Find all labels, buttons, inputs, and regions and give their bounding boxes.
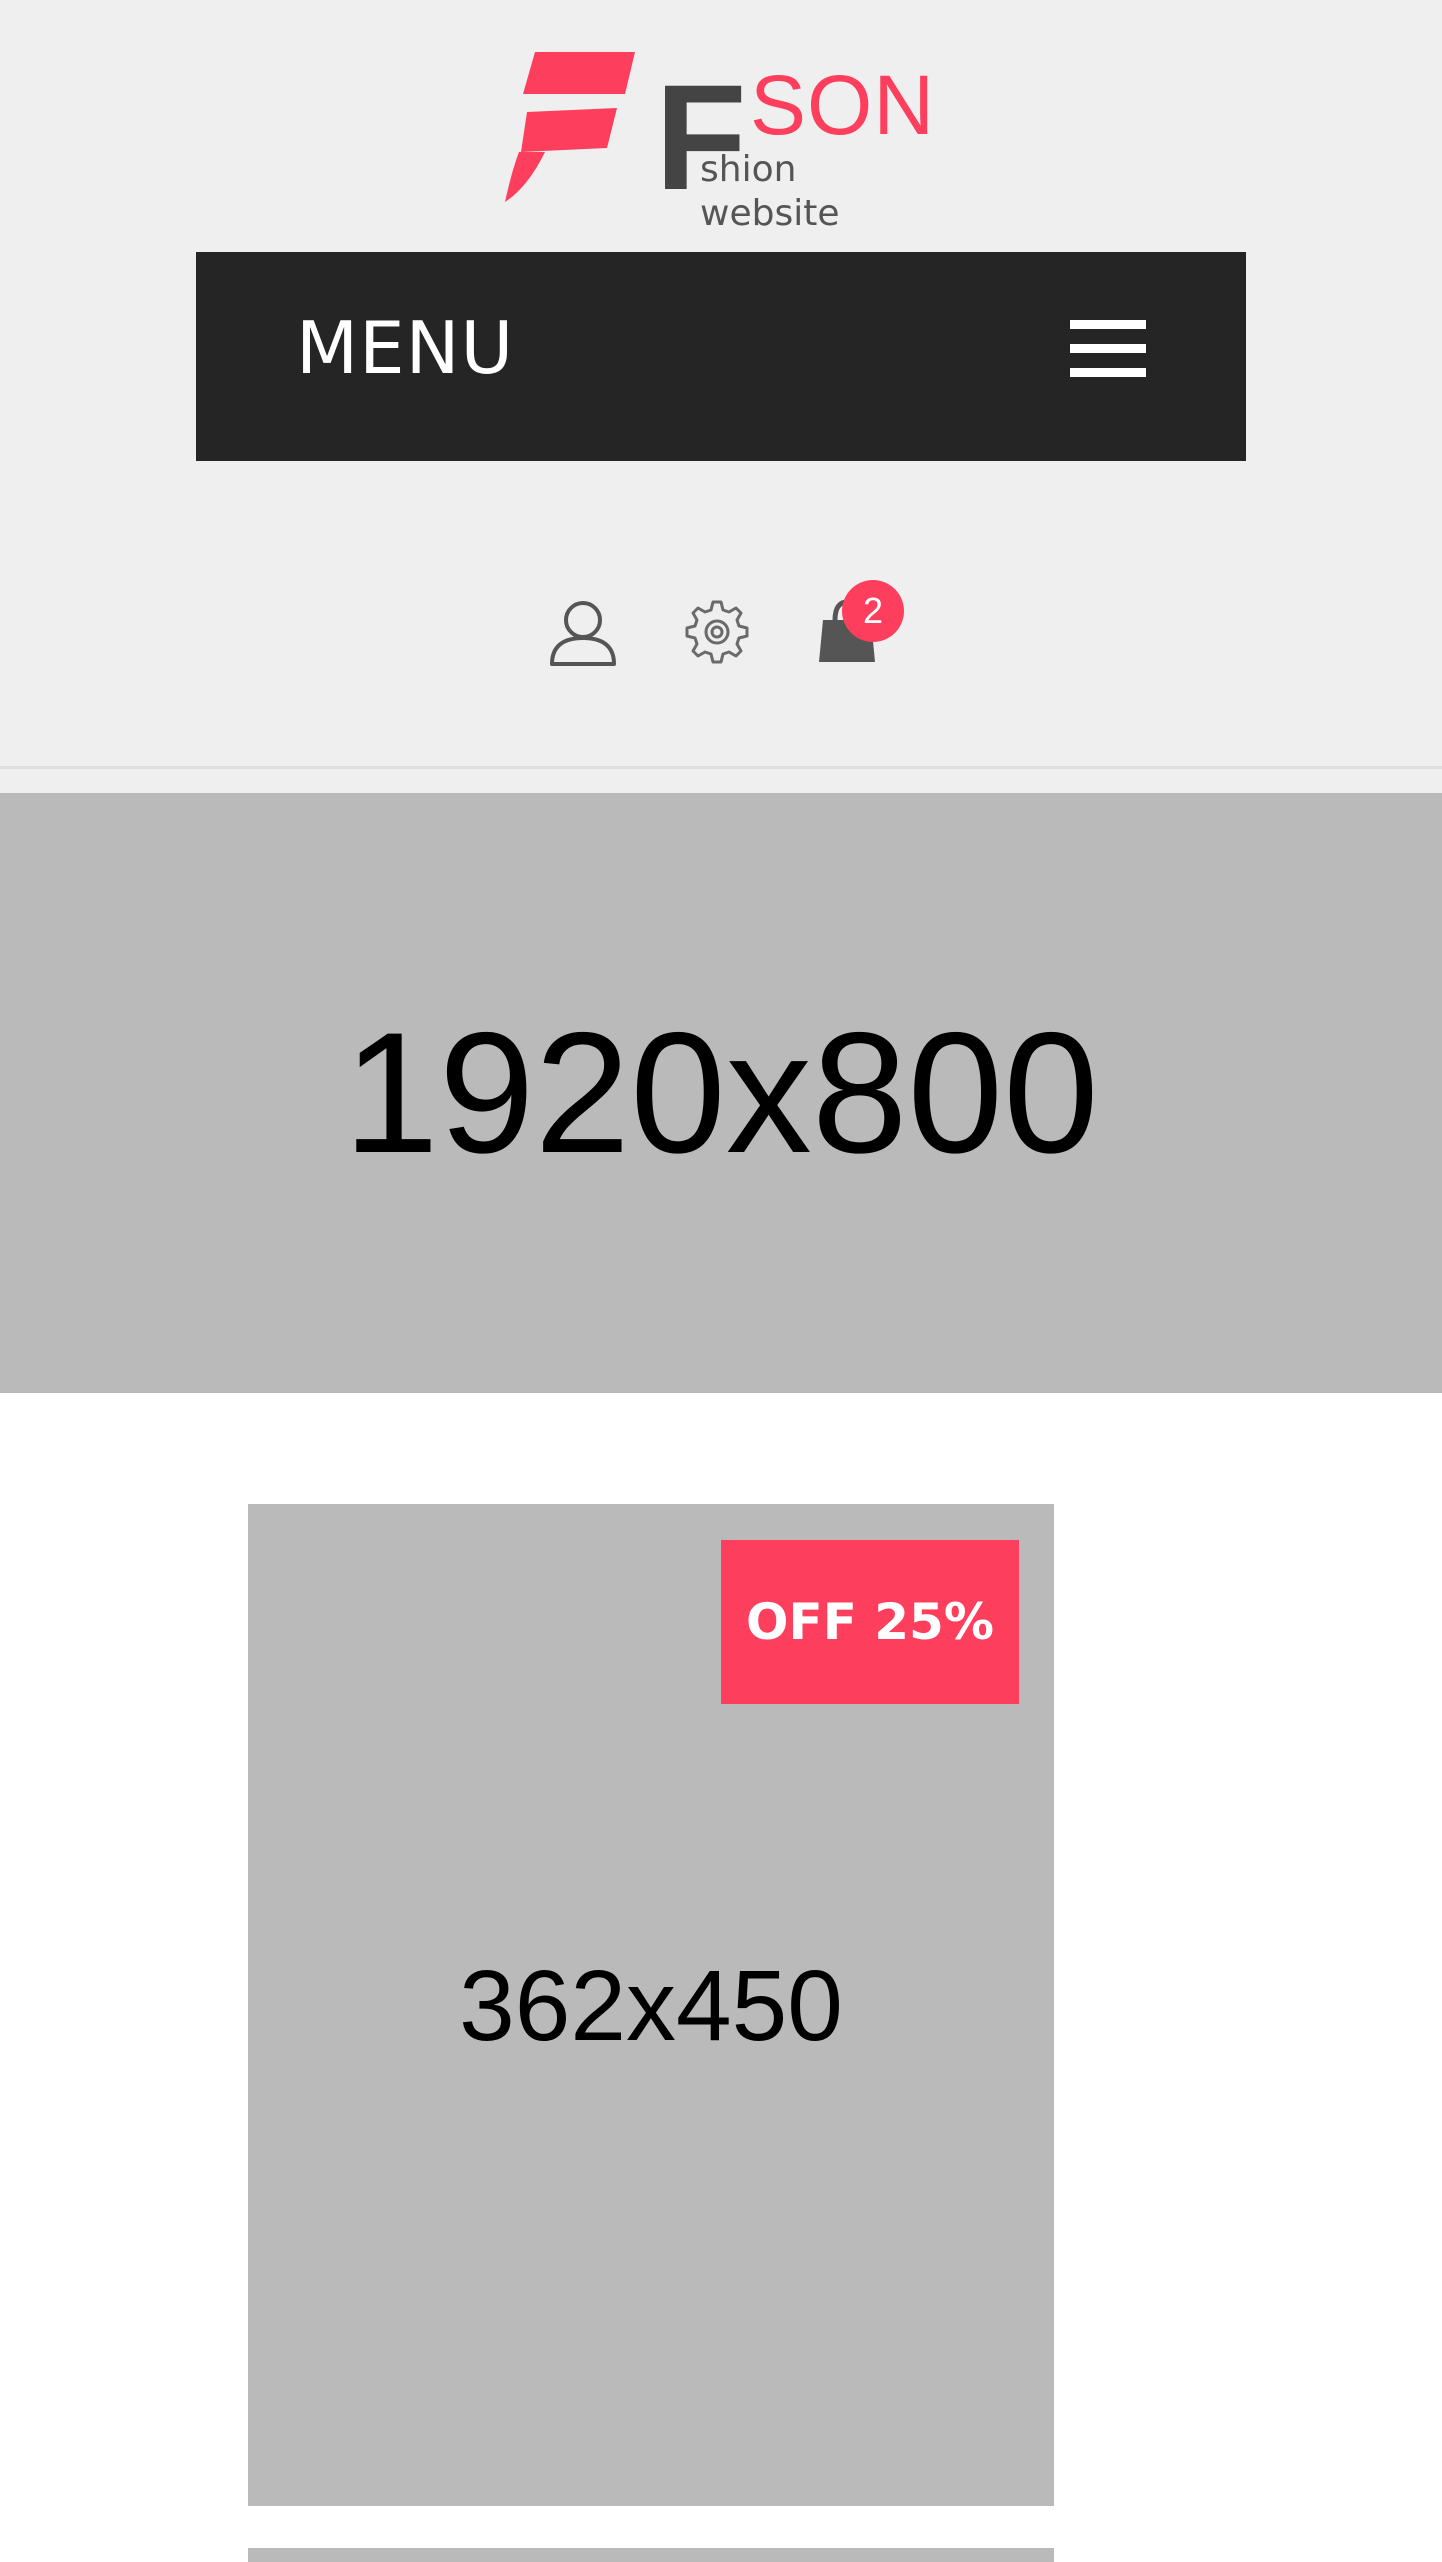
gear-icon[interactable] xyxy=(683,598,751,666)
hero-banner[interactable]: 1920x800 xyxy=(0,793,1442,1393)
cart-count-badge: 2 xyxy=(842,580,904,642)
header-spacer xyxy=(0,769,1442,793)
product-card[interactable]: 362x450 OFF 25% xyxy=(248,1504,1054,2506)
hamburger-icon[interactable] xyxy=(1070,320,1146,380)
product-card[interactable] xyxy=(248,2548,1054,2562)
site-logo[interactable]: F SON shion website xyxy=(505,52,945,234)
logo-mark-icon xyxy=(505,52,635,202)
discount-badge: OFF 25% xyxy=(721,1540,1019,1704)
logo-brand-suffix: SON xyxy=(750,58,936,152)
user-icon[interactable] xyxy=(548,598,618,668)
hero-placeholder-text: 1920x800 xyxy=(343,997,1099,1189)
logo-tagline: shion website xyxy=(700,149,840,234)
menu-label[interactable]: MENU xyxy=(296,252,514,461)
menu-bar[interactable]: MENU xyxy=(196,252,1246,461)
site-header: F SON shion website MENU 2 xyxy=(0,0,1442,766)
